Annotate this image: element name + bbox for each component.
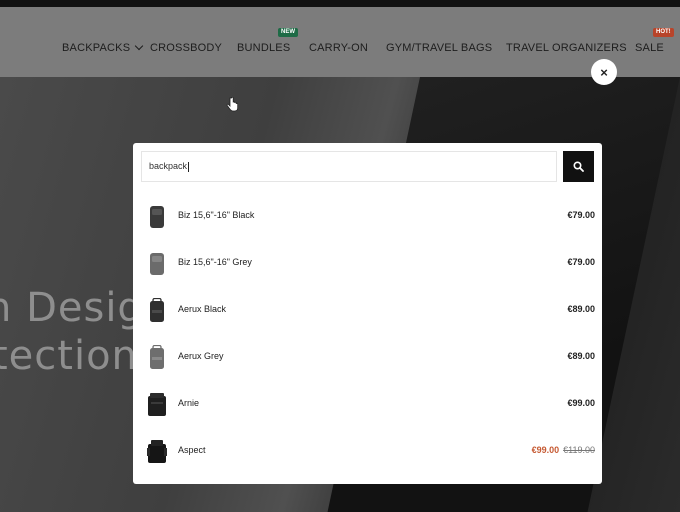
main-nav: BACKPACKS CROSSBODY BUNDLES NEW CARRY-ON… (0, 7, 680, 77)
text-caret (188, 161, 190, 172)
backpack-thumbnail (147, 440, 167, 463)
sale-price: €99.00 (531, 445, 560, 455)
result-price: €99.00 (567, 398, 595, 408)
backpack-thumbnail (150, 253, 164, 275)
backpack-thumbnail (150, 298, 164, 322)
new-badge: NEW (278, 28, 298, 37)
search-button[interactable] (563, 151, 594, 182)
search-results-list: Biz 15,6"-16" Black €79.00 Biz 15,6"-16"… (133, 193, 602, 475)
result-price: €89.00 (567, 304, 595, 314)
nav-label: BUNDLES (237, 42, 291, 54)
result-name: Biz 15,6"-16" Grey (178, 257, 252, 267)
search-icon (573, 161, 584, 172)
close-search-button[interactable]: × (591, 59, 617, 85)
hot-badge: HOT! (653, 28, 674, 37)
result-price: €99.00 €119.00 (532, 445, 595, 455)
hero-heading-line2: tection. (0, 333, 152, 379)
backpack-thumbnail (150, 345, 164, 369)
top-bar (0, 0, 680, 7)
result-name: Aspect (178, 445, 206, 455)
nav-label: CROSSBODY (150, 42, 223, 54)
backpack-thumbnail (150, 206, 164, 228)
nav-item-bundles[interactable]: BUNDLES (237, 42, 290, 54)
result-name: Biz 15,6"-16" Black (178, 210, 255, 220)
nav-item-sale[interactable]: SALE (635, 42, 664, 54)
nav-label: GYM/TRAVEL BAGS (386, 42, 493, 54)
result-item[interactable]: Biz 15,6"-16" Grey €79.00 (133, 240, 602, 287)
nav-item-carry-on[interactable]: CARRY-ON (309, 42, 368, 54)
result-name: Aerux Grey (178, 351, 224, 361)
result-item[interactable]: Biz 15,6"-16" Black €79.00 (133, 193, 602, 240)
close-icon: × (600, 64, 608, 80)
nav-item-backpacks[interactable]: BACKPACKS (62, 41, 144, 54)
result-item[interactable]: Aerux Grey €89.00 (133, 334, 602, 381)
result-item[interactable]: Aerux Black €89.00 (133, 287, 602, 334)
result-price: €79.00 (567, 257, 595, 267)
nav-label: TRAVEL ORGANIZERS (506, 42, 627, 54)
nav-item-gym-travel-bags[interactable]: GYM/TRAVEL BAGS (386, 42, 492, 54)
backpack-thumbnail (148, 393, 166, 416)
nav-item-travel-organizers[interactable]: TRAVEL ORGANIZERS (506, 42, 627, 54)
hand-cursor-icon (226, 97, 238, 112)
original-price: €119.00 (563, 445, 595, 455)
nav-label: SALE (635, 42, 664, 54)
result-price: €89.00 (567, 351, 595, 361)
chevron-down-icon (134, 41, 144, 51)
result-item[interactable]: Arnie €99.00 (133, 381, 602, 428)
result-item[interactable]: Aspect €99.00 €119.00 (133, 428, 602, 475)
result-price: €79.00 (567, 210, 595, 220)
search-input[interactable]: backpack (141, 151, 557, 182)
result-name: Aerux Black (178, 304, 227, 314)
nav-item-crossbody[interactable]: CROSSBODY (150, 42, 222, 54)
result-name: Arnie (178, 398, 200, 408)
search-input-value: backpack (149, 161, 188, 171)
search-panel: backpack Biz 15,6"-16" Black €79.00 Biz … (133, 143, 602, 484)
nav-label: BACKPACKS (62, 42, 131, 54)
nav-label: CARRY-ON (309, 42, 369, 54)
